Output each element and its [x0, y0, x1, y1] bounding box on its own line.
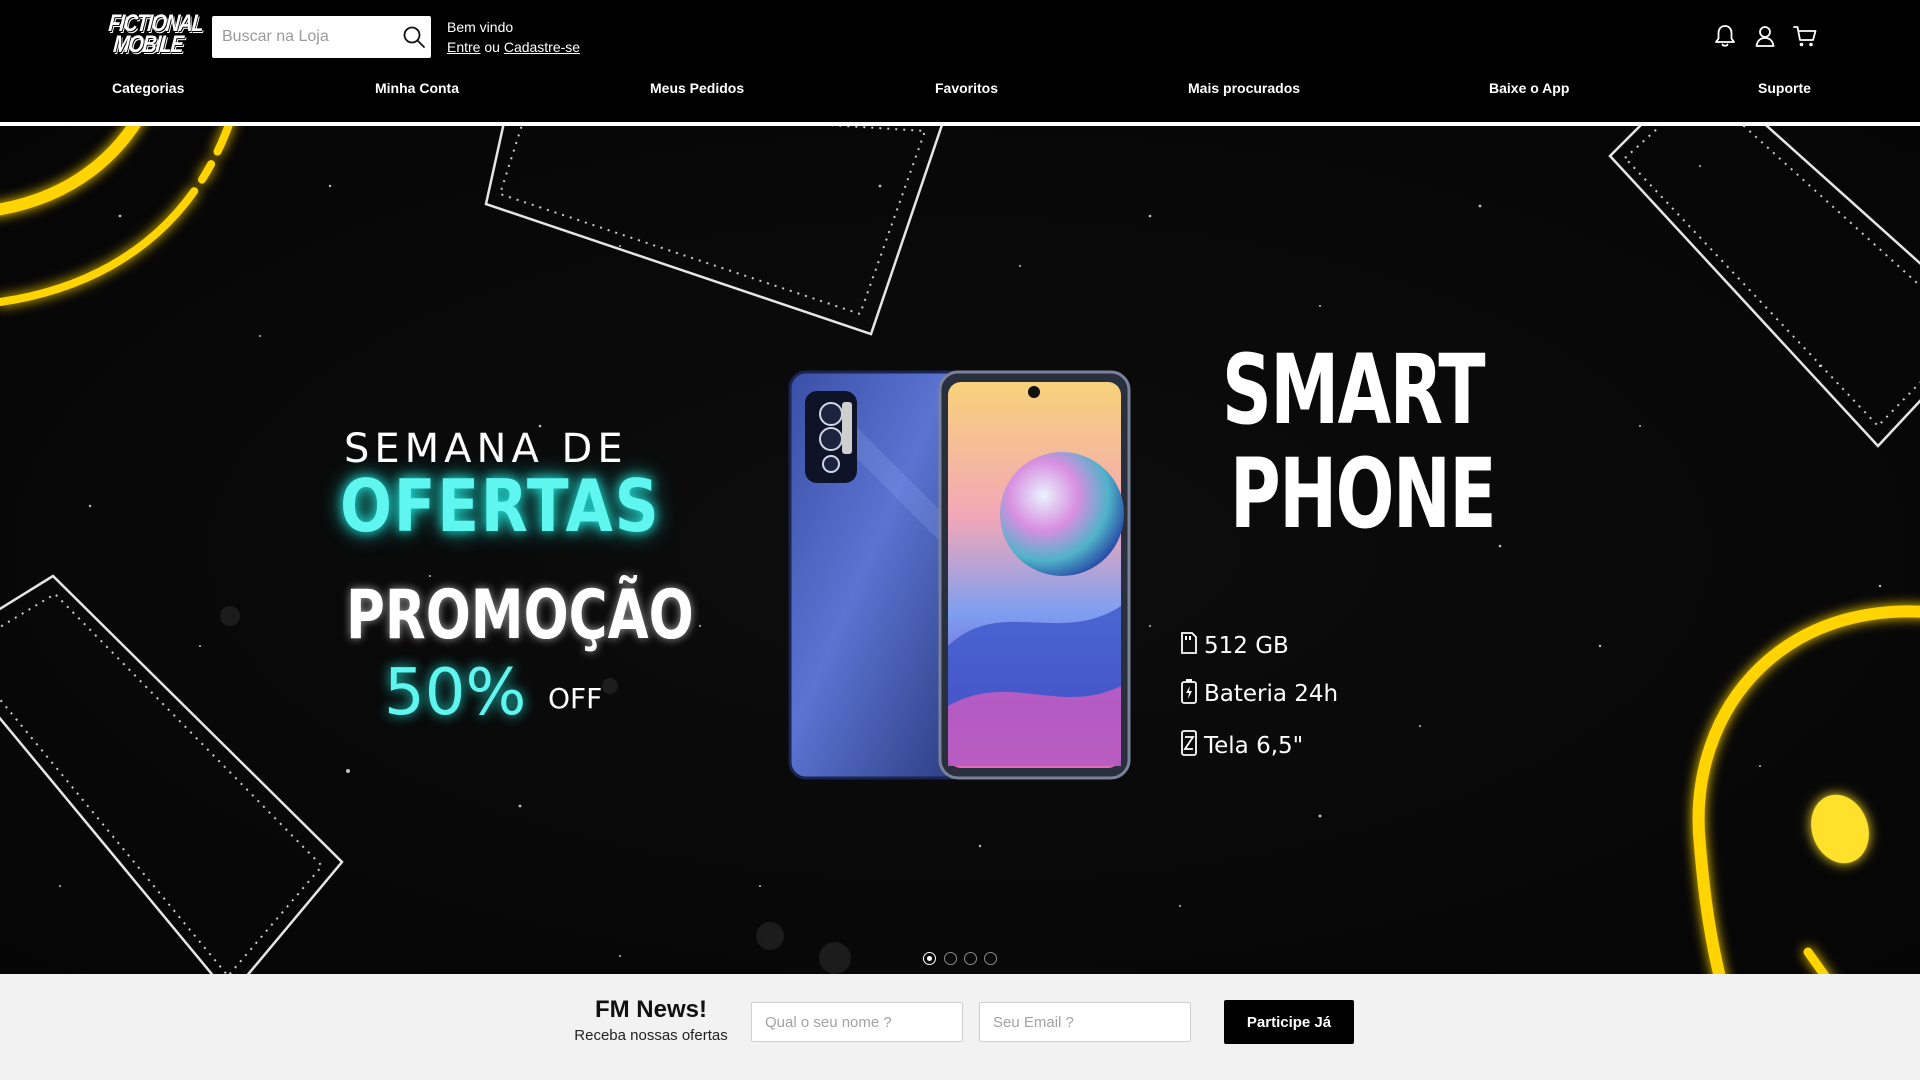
bell-icon[interactable]	[1711, 22, 1739, 50]
carousel-dot-3[interactable]	[964, 952, 977, 965]
carousel-dot-1[interactable]	[923, 952, 936, 965]
welcome-greeting: Bem vindo	[447, 19, 514, 35]
newsletter-title: FM News!	[594, 996, 707, 1023]
welcome-box: Bem vindo Entre ou Cadastre-se	[447, 17, 580, 57]
logo-line-2: MOBILE	[112, 31, 184, 58]
register-link[interactable]: Cadastre-se	[504, 39, 580, 55]
spec-battery-text: Bateria 24h	[1204, 681, 1339, 707]
brand-logo[interactable]: FICTIONAL MOBILE	[100, 10, 203, 59]
screen-size-icon	[1180, 730, 1198, 762]
spec-screen: Tela 6,5"	[1180, 730, 1303, 762]
phone-front-illustration	[938, 370, 1131, 780]
newsletter-bar: FM News! Receba nossas ofertas Participe…	[0, 974, 1920, 1080]
nav-item-categorias[interactable]: Categorias	[112, 80, 184, 96]
newsletter-email-field[interactable]	[979, 1002, 1191, 1042]
spec-screen-text: Tela 6,5"	[1204, 733, 1304, 759]
carousel-dot-4[interactable]	[984, 952, 997, 965]
auth-links: Entre ou Cadastre-se	[447, 37, 580, 57]
newsletter-name-field[interactable]	[751, 1002, 963, 1042]
nav-item-minha-conta[interactable]: Minha Conta	[375, 80, 459, 96]
spec-battery: Bateria 24h	[1180, 678, 1338, 710]
newsletter-submit-button[interactable]: Participe Já	[1224, 1000, 1354, 1044]
hero-banner[interactable]: SEMANA DE OFERTAS PROMOÇÃO 50% OFF SMART…	[0, 126, 1920, 974]
promo-label: PROMOÇÃO	[346, 576, 694, 655]
promo-discount: 50%	[384, 656, 527, 730]
search-input[interactable]	[212, 16, 397, 58]
nav-item-meus-pedidos[interactable]: Meus Pedidos	[650, 80, 744, 96]
cart-icon[interactable]	[1791, 22, 1819, 50]
promo-off: OFF	[548, 682, 603, 715]
nav-item-mais-procurados[interactable]: Mais procurados	[1188, 80, 1300, 96]
product-title-line-1: SMART	[1222, 334, 1486, 446]
nav-item-favoritos[interactable]: Favoritos	[935, 80, 998, 96]
nav-item-baixe-o-app[interactable]: Baixe o App	[1489, 80, 1569, 96]
auth-separator: ou	[484, 39, 500, 55]
hero-decoration	[0, 126, 1920, 974]
carousel-dot-2[interactable]	[944, 952, 957, 965]
newsletter-subtitle: Receba nossas ofertas	[574, 1027, 728, 1044]
spec-storage-text: 512 GB	[1204, 633, 1289, 659]
login-link[interactable]: Entre	[447, 39, 480, 55]
spec-storage: 512 GB	[1180, 632, 1289, 660]
main-nav: Categorias Minha Conta Meus Pedidos Favo…	[0, 80, 1920, 100]
search-icon[interactable]	[401, 24, 427, 50]
promo-offers: OFERTAS	[340, 464, 661, 548]
nav-item-suporte[interactable]: Suporte	[1758, 80, 1811, 96]
search-box	[212, 16, 431, 58]
site-header: FICTIONAL MOBILE Bem vindo Entre ou Cada…	[0, 0, 1920, 122]
memory-card-icon	[1180, 632, 1198, 660]
battery-icon	[1180, 678, 1198, 710]
product-title-line-2: PHONE	[1230, 438, 1497, 550]
carousel-dots	[923, 952, 999, 966]
user-icon[interactable]	[1751, 22, 1779, 50]
